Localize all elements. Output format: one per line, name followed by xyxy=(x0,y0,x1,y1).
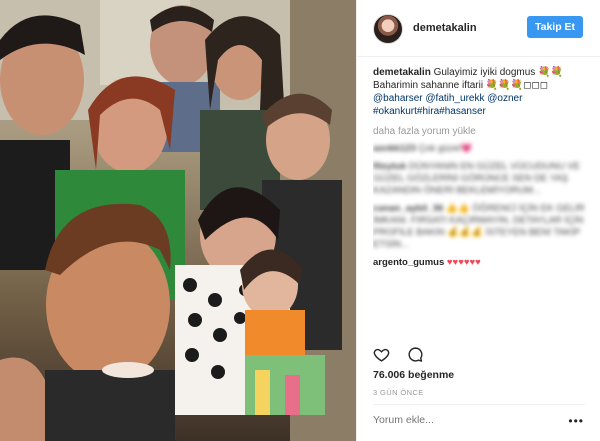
post-header: demetakalin Takip Et xyxy=(357,0,600,57)
comment-item: fileytuk DÜNYANIN EN GÜZEL VÜCUDUNU VE G… xyxy=(373,161,591,197)
comment-username[interactable]: asnkk123 xyxy=(373,143,416,154)
comment-username[interactable]: argento_gumus xyxy=(373,257,444,268)
post-side-panel: demetakalin Takip Et demetakalin Gulayim… xyxy=(356,0,600,441)
comment-text: ♥♥♥♥♥♥ xyxy=(446,257,481,268)
comments-area: demetakalin Gulayimiz iyiki dogmus 💐💐 Ba… xyxy=(373,66,591,328)
comment-icon[interactable] xyxy=(407,346,424,363)
likes-count[interactable]: 76.006 beğenme xyxy=(373,369,454,381)
comment-item: argento_gumus ♥♥♥♥♥♥ xyxy=(373,257,591,269)
follow-button[interactable]: Takip Et xyxy=(527,16,583,38)
heart-icon[interactable] xyxy=(373,346,390,363)
comment-text: Çok güzel💗 xyxy=(418,143,473,154)
username-link[interactable]: demetakalin xyxy=(413,22,477,34)
add-comment-input[interactable] xyxy=(373,414,573,426)
post-photo[interactable] xyxy=(0,0,356,441)
load-more-comments-link[interactable]: daha fazla yorum yükle xyxy=(373,126,591,137)
comment-username[interactable]: canan_aybil_36 xyxy=(373,203,443,214)
caption: demetakalin Gulayimiz iyiki dogmus 💐💐 Ba… xyxy=(373,66,591,118)
group-selfie-image xyxy=(0,0,356,441)
more-options-icon[interactable]: ••• xyxy=(568,414,584,428)
comment-username[interactable]: fileytuk xyxy=(373,161,406,172)
caption-tags[interactable]: @baharser @fatih_urekk @ozner #okankurt#… xyxy=(373,92,591,118)
post-time: 3 GÜN ÖNCE xyxy=(373,388,424,397)
instagram-post: demetakalin Takip Et demetakalin Gulayim… xyxy=(0,0,600,441)
comment-item: canan_aybil_36 👍👍 ÖĞRENCİ İÇİN EK GELİR … xyxy=(373,203,591,251)
avatar[interactable] xyxy=(373,14,403,44)
post-actions xyxy=(373,346,438,364)
comment-item: asnkk123 Çok güzel💗 xyxy=(373,143,591,155)
divider xyxy=(373,404,585,405)
caption-username[interactable]: demetakalin xyxy=(373,67,431,78)
